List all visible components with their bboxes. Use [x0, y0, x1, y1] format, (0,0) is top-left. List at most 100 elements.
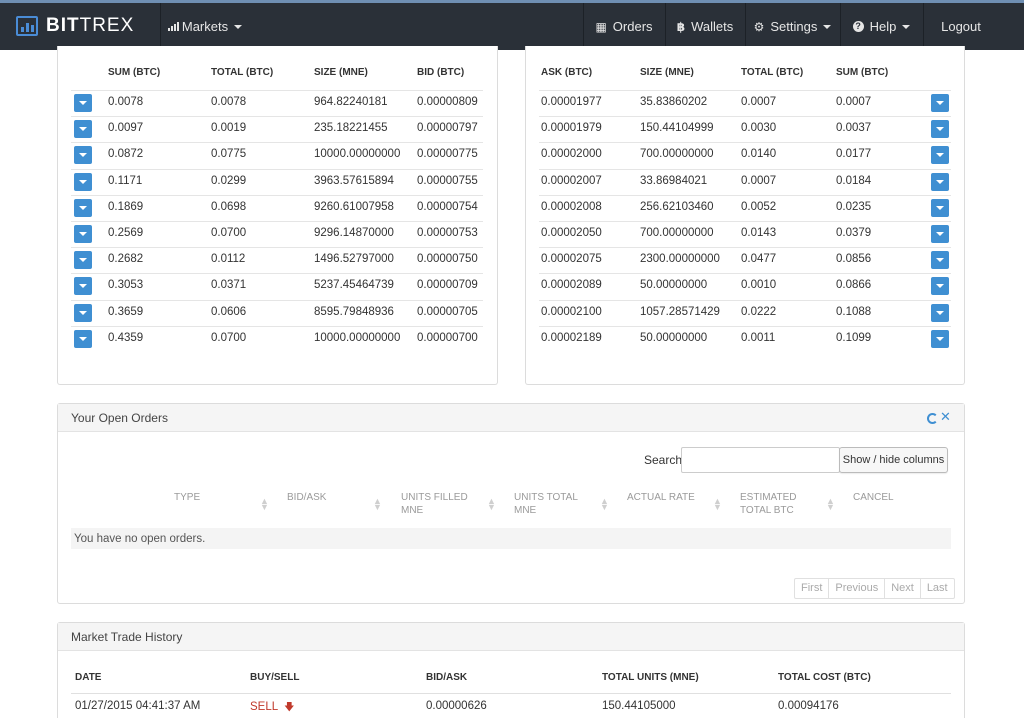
bids-header-3: BID (BTC) — [417, 67, 465, 78]
nav-logout[interactable]: Logout — [923, 3, 999, 50]
open-orders-column-1[interactable]: BID/ASK — [287, 491, 326, 504]
bid-expand-button[interactable] — [74, 198, 92, 217]
ask-cell: 50.00000000 — [640, 331, 708, 344]
column-label: BID/ASK — [287, 492, 327, 503]
ask-expand-button[interactable] — [931, 94, 949, 112]
ask-expand-button[interactable] — [931, 120, 949, 139]
ask-cell: 0.00002007 — [541, 174, 602, 187]
pager-first[interactable]: First — [795, 579, 830, 598]
bid-expand-button[interactable] — [74, 277, 92, 296]
bid-cell: 0.00000750 — [417, 253, 478, 266]
pager-previous[interactable]: Previous — [829, 579, 886, 598]
asks-header-2: TOTAL (BTC) — [741, 67, 804, 78]
sort-icon[interactable]: ▲ ▼ — [600, 497, 609, 512]
open-orders-column-4[interactable]: ACTUAL RATE — [627, 491, 695, 504]
chevron-down-icon — [234, 25, 243, 29]
column-sublabel: MNE — [401, 505, 424, 516]
bid-cell: 0.00000709 — [417, 279, 478, 292]
trade-date: 01/27/2015 04:41:37 AM — [75, 700, 201, 712]
pager-last[interactable]: Last — [921, 579, 954, 598]
sort-icon[interactable]: ▲ ▼ — [373, 497, 382, 512]
trade-history-title: Market Trade History — [58, 623, 964, 651]
close-icon[interactable]: ✕ — [940, 409, 951, 425]
nav-wallets[interactable]: ฿ Wallets — [665, 3, 745, 50]
column-label: ACTUAL RATE — [627, 492, 695, 503]
th-header-cost: TOTAL COST (BTC) — [778, 672, 871, 683]
bid-expand-button[interactable] — [74, 172, 92, 191]
bid-cell: 0.00000775 — [417, 148, 478, 161]
column-sublabel: MNE — [514, 505, 537, 516]
bid-expand-button[interactable] — [74, 251, 92, 270]
ask-cell: 150.44104999 — [640, 122, 714, 135]
nav-markets[interactable]: Markets — [160, 3, 250, 50]
open-orders-column-6[interactable]: CANCEL — [853, 491, 894, 504]
sort-icon[interactable]: ▲ ▼ — [487, 497, 496, 512]
bid-cell: 0.00000705 — [417, 305, 478, 318]
ask-cell: 0.0010 — [741, 279, 777, 292]
bid-expand-button[interactable] — [74, 303, 92, 322]
ask-cell: 2300.00000000 — [640, 253, 720, 266]
bid-cell: 0.0606 — [211, 305, 247, 318]
bid-cell: 10000.00000000 — [314, 148, 401, 161]
ask-expand-button[interactable] — [931, 251, 949, 270]
ask-expand-button[interactable] — [931, 146, 949, 165]
bid-expand-button[interactable] — [74, 120, 92, 139]
ask-expand-button[interactable] — [931, 303, 949, 322]
open-orders-column-2[interactable]: UNITS FILLED MNE — [401, 491, 468, 517]
ask-expand-button[interactable] — [931, 329, 949, 348]
nav-orders[interactable]: ▦ Orders — [583, 3, 665, 50]
open-orders-column-5[interactable]: ESTIMATED TOTAL BTC — [740, 491, 796, 517]
sort-icon[interactable]: ▲ ▼ — [713, 497, 722, 512]
ask-expand-button[interactable] — [931, 172, 949, 191]
bid-cell: 0.00000809 — [417, 96, 478, 108]
bid-cell: 0.1171 — [108, 174, 143, 187]
sort-icon[interactable]: ▲ ▼ — [826, 497, 835, 512]
ask-cell: 0.0052 — [741, 200, 777, 213]
open-orders-title: Your Open Orders — [58, 404, 964, 432]
ask-cell: 0.0379 — [836, 227, 872, 239]
trade-type: SELL 🡇 — [250, 700, 294, 717]
ask-cell: 0.00002000 — [541, 148, 602, 161]
bids-header-2: SIZE (MNE) — [314, 67, 368, 78]
asks-header-3: SUM (BTC) — [836, 67, 889, 78]
sort-icon[interactable]: ▲ ▼ — [260, 497, 269, 512]
ask-cell: 33.86984021 — [640, 174, 708, 187]
ask-expand-button[interactable] — [931, 225, 949, 243]
bid-cell: 3963.57615894 — [314, 174, 394, 187]
nav-settings[interactable]: ⚙ Settings — [745, 3, 840, 50]
open-orders-column-0[interactable]: TYPE — [174, 491, 200, 504]
ask-cell: 50.00000000 — [640, 279, 708, 292]
ask-cell: 0.00002075 — [541, 253, 602, 266]
bid-cell: 0.4359 — [108, 331, 144, 344]
column-label: UNITS TOTAL — [514, 492, 578, 503]
refresh-icon[interactable] — [927, 413, 938, 424]
ask-cell: 0.0477 — [741, 253, 777, 266]
bid-expand-button[interactable] — [74, 329, 92, 348]
bid-expand-button[interactable] — [74, 225, 92, 243]
bid-expand-button[interactable] — [74, 146, 92, 165]
brand-logo[interactable]: BITTREX — [16, 15, 134, 37]
nav-help[interactable]: ? Help — [840, 3, 923, 50]
ask-cell: 0.0030 — [741, 122, 777, 135]
bid-expand-button[interactable] — [74, 94, 92, 112]
bid-cell: 235.18221455 — [314, 122, 388, 135]
empty-message: You have no open orders. — [74, 533, 206, 545]
brand-name: BITTREX — [46, 15, 135, 36]
bid-cell: 0.00000700 — [417, 331, 478, 344]
ask-cell: 0.00002100 — [541, 305, 602, 318]
ask-expand-button[interactable] — [931, 198, 949, 217]
bid-cell: 0.00000755 — [417, 174, 478, 187]
ask-cell: 1057.28571429 — [640, 305, 720, 318]
ask-cell: 0.00002008 — [541, 200, 602, 213]
ask-cell: 0.00001977 — [541, 96, 602, 108]
open-orders-column-3[interactable]: UNITS TOTAL MNE — [514, 491, 578, 517]
asks-header-0: ASK (BTC) — [541, 67, 593, 78]
column-label: ESTIMATED — [740, 492, 797, 503]
bid-cell: 0.0775 — [211, 148, 247, 161]
search-input[interactable] — [681, 447, 840, 473]
top-navbar: BITTREX Markets ▦ Orders ฿ Wallets ⚙ Settin… — [0, 0, 1024, 50]
pager-next[interactable]: Next — [885, 579, 921, 598]
show-hide-columns-button[interactable]: Show / hide columns — [839, 447, 948, 473]
ask-cell: 0.0177 — [836, 148, 872, 161]
ask-expand-button[interactable] — [931, 277, 949, 296]
